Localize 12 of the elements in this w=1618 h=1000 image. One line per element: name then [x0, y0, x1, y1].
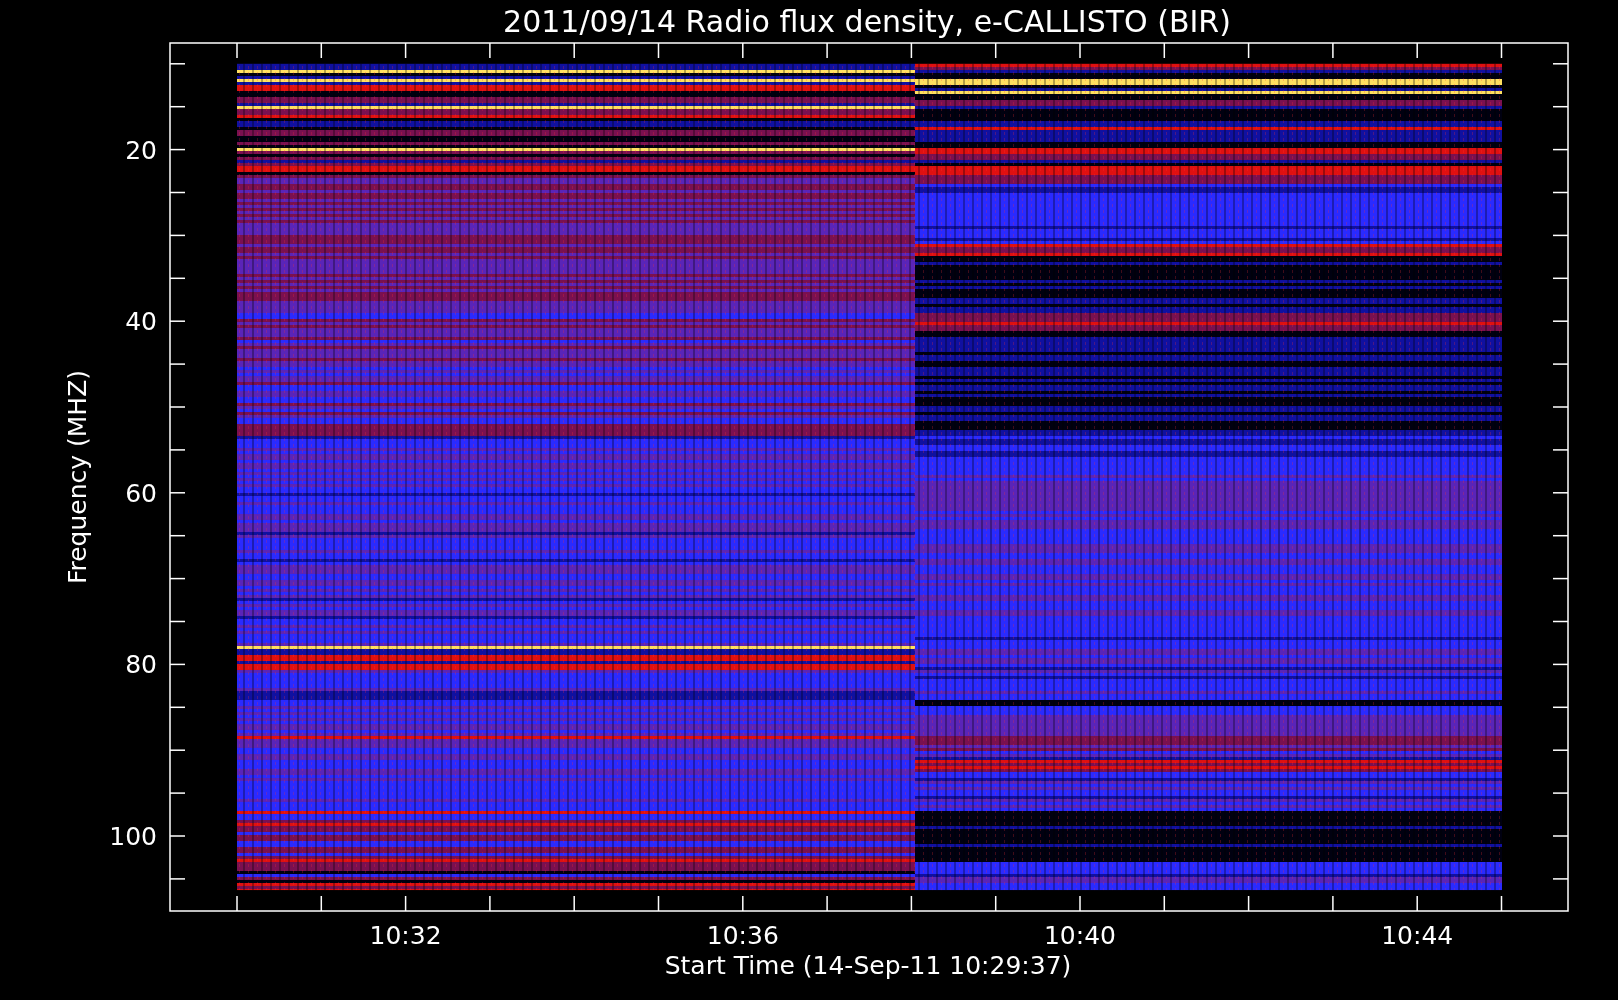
- y-tick-label: 60: [125, 478, 157, 508]
- x-axis-label: Start Time (14-Sep-11 10:29:37): [664, 951, 1072, 980]
- y-tick-label: 80: [125, 650, 157, 680]
- x-tick-label: 10:44: [1381, 921, 1454, 950]
- x-tick-label: 10:36: [706, 921, 779, 950]
- y-tick-label: 40: [125, 307, 157, 337]
- y-axis-label: Frequency (MHZ): [63, 369, 92, 585]
- y-tick-label: 20: [125, 135, 157, 165]
- x-tick-label: 10:32: [369, 921, 442, 950]
- x-tick-label: 10:40: [1044, 921, 1116, 950]
- plot-title: 2011/09/14 Radio flux density, e-CALLISTO (BIR): [503, 4, 1231, 39]
- y-tick-label: 100: [109, 822, 157, 851]
